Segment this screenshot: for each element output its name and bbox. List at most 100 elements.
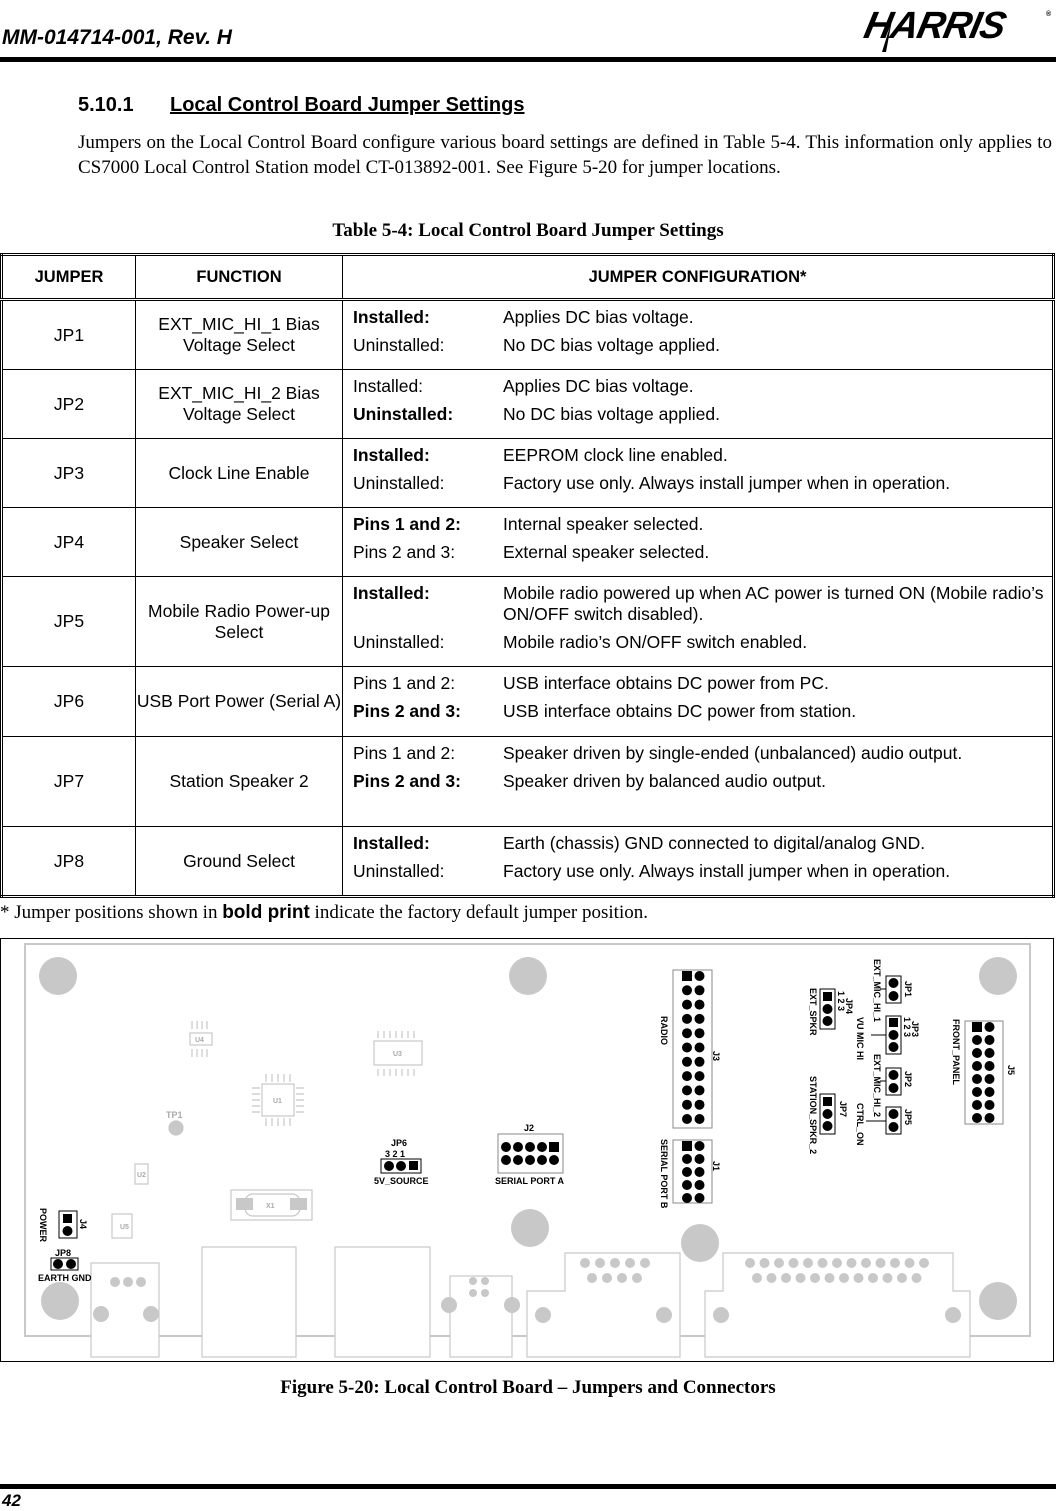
config-state: Installed: bbox=[353, 376, 424, 396]
svg-text:TP1: TP1 bbox=[166, 1110, 183, 1120]
j1-pin bbox=[694, 1193, 705, 1203]
config-state: Pins 2 and 3: bbox=[353, 771, 461, 791]
j3-pin bbox=[682, 1099, 692, 1110]
config-description: External speaker selected. bbox=[503, 542, 710, 562]
jumper-jp5 bbox=[885, 1106, 902, 1135]
db25-pin bbox=[853, 1273, 864, 1283]
config-description: Earth (chassis) GND connected to digital… bbox=[503, 833, 926, 853]
config-state: Uninstalled: bbox=[353, 861, 445, 881]
figure-caption: Figure 5-20: Local Control Board – Jumpe… bbox=[280, 1377, 776, 1398]
config-line: Uninstalled: Factory use only. Always ins… bbox=[353, 861, 1044, 882]
jumper-jp2 bbox=[885, 1067, 902, 1096]
db25-pin bbox=[868, 1273, 878, 1283]
jumper-jp3 bbox=[885, 1015, 902, 1055]
config-state: Pins 1 and 2: bbox=[353, 514, 461, 534]
config-state: Uninstalled: bbox=[353, 335, 445, 355]
serial-port-a-label: SERIAL PORT A bbox=[495, 1176, 565, 1186]
jp6-label: JP6 bbox=[391, 1138, 407, 1148]
db25-pin bbox=[817, 1258, 828, 1268]
jp7-label: JP7 bbox=[838, 1101, 848, 1117]
config-line: Uninstalled: No DC bias voltage applied. bbox=[353, 335, 1044, 356]
vu-mic-hi-label: VU MIC HI bbox=[855, 1017, 865, 1060]
board-diagram: U4 U3 U1 U2 X1 U5 TP1 J3 RADIO J1 SERIAL… bbox=[24, 943, 1031, 1358]
db25-pin bbox=[745, 1258, 755, 1268]
jp2-label: JP2 bbox=[903, 1071, 913, 1087]
j3-pin bbox=[682, 985, 692, 996]
j3-pin bbox=[682, 1028, 692, 1039]
radio-label: RADIO bbox=[659, 1016, 669, 1045]
configuration-cell: Installed: Applies DC bias voltage. Uninst… bbox=[342, 369, 1054, 439]
config-line: Pins 2 and 3: External speaker selected. bbox=[353, 542, 1044, 563]
config-description: Applies DC bias voltage. bbox=[503, 307, 694, 327]
table-row: JP6 USB Port Power (Serial A) Pins 1 and 2… bbox=[1, 666, 1054, 737]
j2-pin bbox=[549, 1155, 559, 1165]
config-line: Pins 2 and 3: USB interface obtains DC po… bbox=[353, 701, 1044, 722]
db25-pin bbox=[788, 1258, 799, 1268]
jumper-cell: JP1 bbox=[1, 299, 136, 370]
jp1-label: JP1 bbox=[903, 981, 913, 997]
tp1-testpoint bbox=[168, 1120, 184, 1136]
ext-mic-hi-1-label: EXT_MIC_HI_1 bbox=[872, 959, 882, 1022]
config-state: Installed: bbox=[353, 583, 430, 603]
j3-pin bbox=[694, 1056, 705, 1067]
j3-pin bbox=[682, 1085, 692, 1096]
j3-pin bbox=[682, 1013, 692, 1024]
j2-pin bbox=[501, 1142, 511, 1152]
svg-text:HARRIS: HARRIS bbox=[862, 4, 1010, 47]
table-caption: Table 5-4: Local Control Board Jumper Se… bbox=[332, 220, 724, 241]
j5-pin bbox=[984, 1087, 995, 1097]
footnote: * Jumper positions shown in bold print i… bbox=[0, 902, 648, 924]
j3-pin bbox=[694, 1071, 705, 1082]
svg-text:X1: X1 bbox=[266, 1203, 275, 1210]
footnote-prefix: * Jumper positions shown in bbox=[0, 902, 223, 923]
function-cell: Ground Select bbox=[135, 826, 343, 897]
j1-pin bbox=[682, 1154, 692, 1164]
j2-pin bbox=[537, 1155, 547, 1165]
configuration-cell: Installed: Mobile radio powered up when A… bbox=[342, 576, 1054, 667]
config-line: Uninstalled: Factory use only. Always ins… bbox=[353, 473, 1044, 494]
j1-pin bbox=[694, 1154, 705, 1164]
table-header-row: JUMPER FUNCTION JUMPER CONFIGURATION* bbox=[1, 254, 1054, 301]
col-header-configuration: JUMPER CONFIGURATION* bbox=[342, 254, 1054, 301]
config-description: Speaker driven by balanced audio output. bbox=[503, 771, 827, 791]
j1-pin bbox=[694, 1141, 705, 1151]
function-cell: Speaker Select bbox=[135, 507, 343, 577]
j5-pin bbox=[984, 1100, 995, 1110]
j5-pin bbox=[984, 1022, 995, 1032]
5v-source-label: 5V_SOURCE bbox=[374, 1176, 429, 1186]
config-state: Uninstalled: bbox=[353, 473, 445, 493]
j5-pin bbox=[972, 1100, 982, 1110]
config-state: Pins 1 and 2: bbox=[353, 673, 456, 693]
svg-text:U4: U4 bbox=[195, 1037, 204, 1044]
j3-pin bbox=[694, 971, 705, 981]
j5-pin bbox=[972, 1035, 982, 1045]
config-line: Pins 1 and 2: USB interface obtains DC po… bbox=[353, 673, 1044, 694]
db25-pin bbox=[897, 1273, 907, 1283]
j3-pin bbox=[682, 1056, 692, 1067]
db25-pin bbox=[781, 1273, 791, 1283]
db25-pin bbox=[803, 1258, 813, 1268]
config-line: Uninstalled: Mobile radio’s ON/OFF switch… bbox=[353, 632, 1044, 653]
config-state: Installed: bbox=[353, 445, 430, 465]
db25-pin bbox=[766, 1273, 777, 1283]
config-state: Pins 1 and 2: bbox=[353, 743, 456, 763]
config-state: Pins 2 and 3: bbox=[353, 542, 456, 562]
jumper-cell: JP7 bbox=[1, 736, 136, 827]
config-description: Mobile radio’s ON/OFF switch enabled. bbox=[503, 632, 808, 652]
config-line: Pins 1 and 2: Internal speaker selected. bbox=[353, 514, 1044, 535]
db25-pin bbox=[759, 1258, 770, 1268]
config-description: No DC bias voltage applied. bbox=[503, 335, 720, 355]
j1-serial-port-b: J1 SERIAL PORT B bbox=[659, 1139, 721, 1209]
j3-pin bbox=[682, 1071, 692, 1082]
usb-connector bbox=[449, 1275, 513, 1358]
j3-pin bbox=[682, 1114, 692, 1124]
j2-pin bbox=[525, 1155, 535, 1165]
connector-block-2 bbox=[334, 1246, 431, 1358]
config-description: No DC bias voltage applied. bbox=[503, 404, 720, 424]
j5-pin bbox=[984, 1035, 995, 1045]
j4-label: J4 bbox=[78, 1219, 88, 1229]
db25-pin bbox=[810, 1273, 820, 1283]
db25-pin bbox=[861, 1258, 871, 1268]
db25-pin bbox=[824, 1273, 835, 1283]
j3-pin bbox=[694, 1028, 705, 1039]
